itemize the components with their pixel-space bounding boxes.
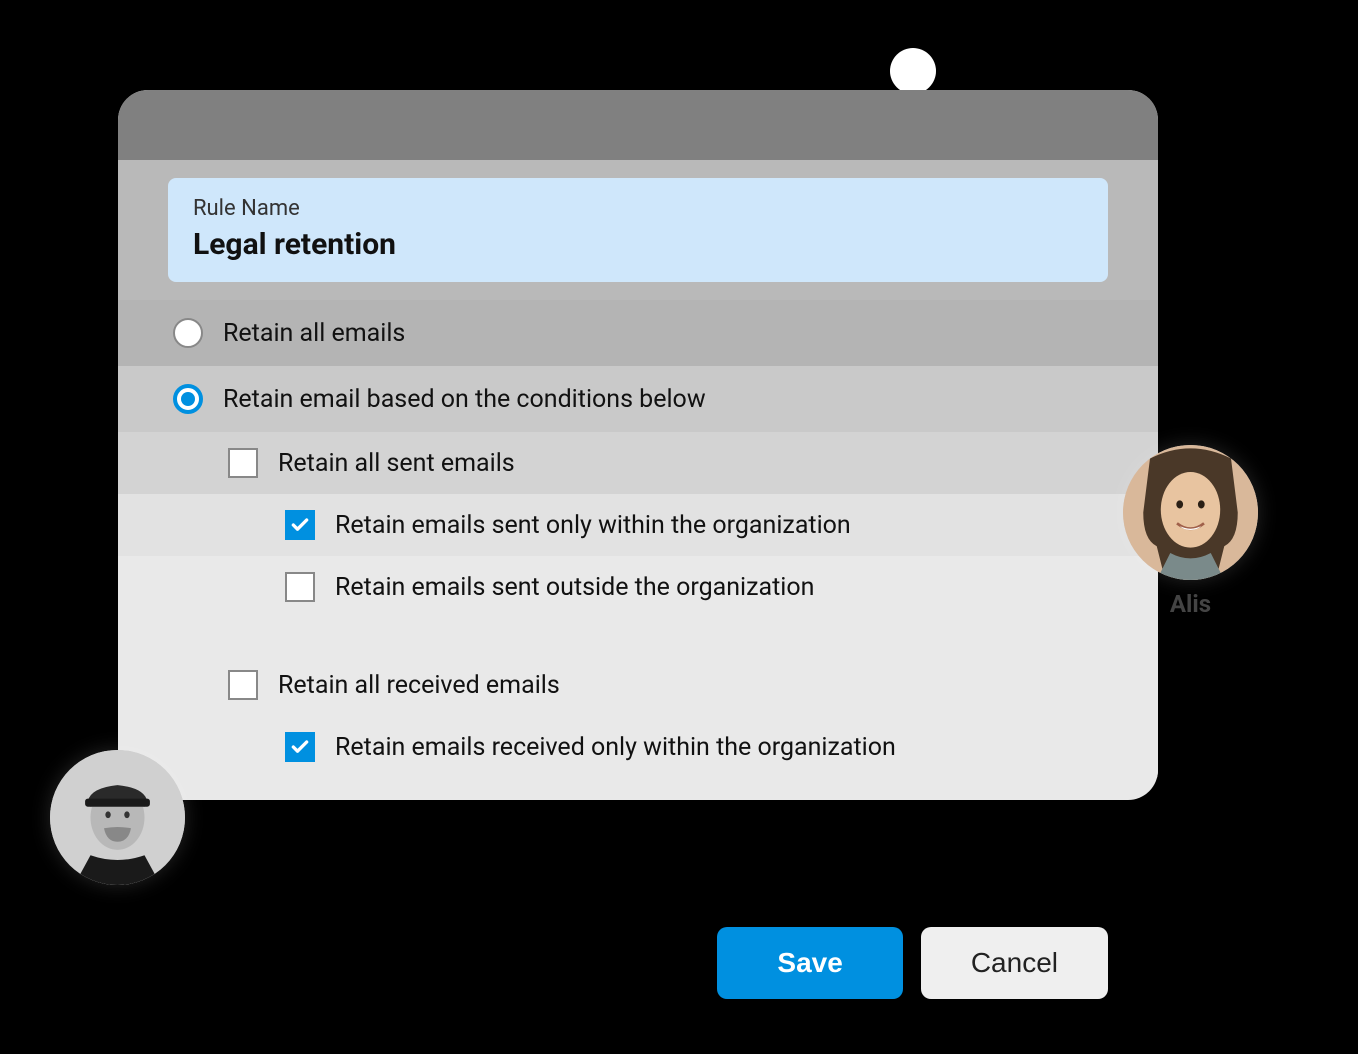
checkbox-recv-within[interactable]: [285, 732, 315, 762]
radio-conditional[interactable]: [173, 384, 203, 414]
checkbox-recv-all[interactable]: [228, 670, 258, 700]
checkbox-recv-within-row[interactable]: Retain emails received only within the o…: [118, 716, 1158, 778]
decorative-dot: [890, 48, 936, 94]
rule-name-value: Legal retention: [193, 227, 1083, 262]
checkbox-sent-all-label: Retain all sent emails: [278, 449, 515, 478]
checkbox-sent-within[interactable]: [285, 510, 315, 540]
checkbox-recv-within-label: Retain emails received only within the o…: [335, 733, 896, 762]
dialog-header-bar: [118, 90, 1158, 160]
radio-retain-all[interactable]: [173, 318, 203, 348]
radio-retain-all-row[interactable]: Retain all emails: [118, 300, 1158, 366]
rule-name-label: Rule Name: [193, 196, 1083, 221]
checkbox-sent-outside-row[interactable]: Retain emails sent outside the organizat…: [118, 556, 1158, 618]
cancel-button[interactable]: Cancel: [921, 927, 1108, 999]
radio-conditional-label: Retain email based on the conditions bel…: [223, 385, 706, 414]
avatar-left-image: [50, 750, 185, 885]
checkbox-sent-all-row[interactable]: Retain all sent emails: [118, 432, 1158, 494]
check-icon: [290, 737, 310, 757]
checkbox-sent-outside-label: Retain emails sent outside the organizat…: [335, 573, 814, 602]
spacer: [118, 618, 1158, 654]
check-icon: [290, 515, 310, 535]
retention-rule-dialog: Rule Name Legal retention Retain all ema…: [118, 90, 1158, 800]
button-bar: Save Cancel: [717, 927, 1108, 999]
radio-retain-all-label: Retain all emails: [223, 319, 405, 348]
radio-conditional-row[interactable]: Retain email based on the conditions bel…: [118, 366, 1158, 432]
rule-name-section: Rule Name Legal retention: [118, 160, 1158, 300]
avatar-right-image: [1123, 445, 1258, 580]
avatar-right-name: Alis: [1123, 590, 1258, 618]
checkbox-sent-within-row[interactable]: Retain emails sent only within the organ…: [118, 494, 1158, 556]
checkbox-sent-outside[interactable]: [285, 572, 315, 602]
rule-name-field[interactable]: Rule Name Legal retention: [168, 178, 1108, 282]
checkbox-recv-all-row[interactable]: Retain all received emails: [118, 654, 1158, 716]
save-button[interactable]: Save: [717, 927, 902, 999]
checkbox-sent-all[interactable]: [228, 448, 258, 478]
person-icon: [50, 750, 185, 885]
checkbox-recv-all-label: Retain all received emails: [278, 671, 560, 700]
checkbox-sent-within-label: Retain emails sent only within the organ…: [335, 511, 851, 540]
avatar-left: [50, 750, 185, 885]
avatar-right: Alis: [1123, 445, 1258, 618]
person-icon: [1123, 445, 1258, 580]
